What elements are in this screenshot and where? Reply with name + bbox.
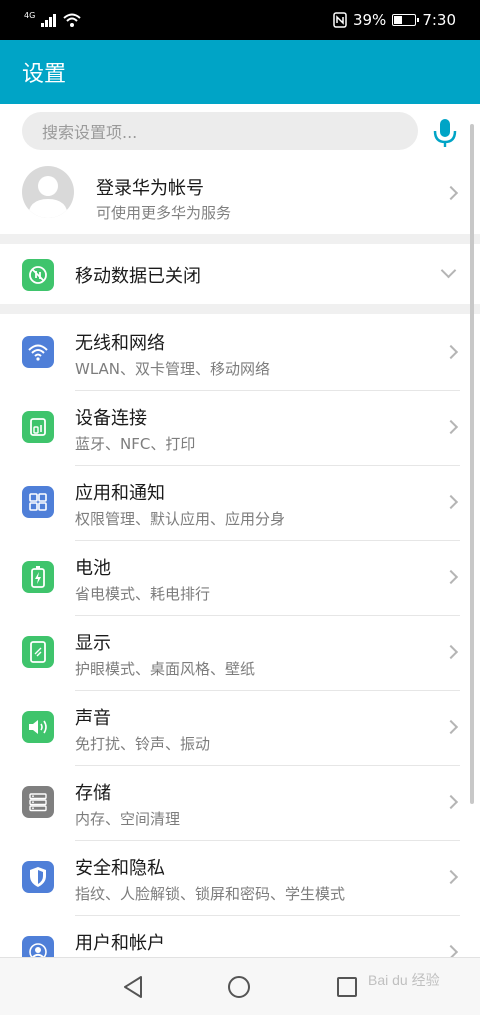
app-bar: 设置 — [0, 40, 480, 104]
chevron-right-icon — [443, 569, 459, 585]
item-title: 设备连接 — [75, 408, 147, 429]
apps-icon — [22, 486, 54, 518]
settings-item-users-accounts[interactable]: 用户和帐户 — [0, 916, 480, 957]
nfc-icon — [333, 12, 347, 28]
recent-apps-square-icon[interactable] — [337, 977, 357, 997]
item-title: 用户和帐户 — [75, 933, 165, 954]
settings-item-security-privacy[interactable]: 安全和隐私 指纹、人脸解锁、锁屏和密码、学生模式 — [0, 841, 480, 916]
cell-signal-icon — [41, 14, 57, 27]
search-placeholder: 搜索设置项... — [42, 123, 138, 142]
status-right: 39% 7:30 — [333, 11, 456, 29]
item-subtitle: 省电模式、耗电排行 — [75, 585, 211, 603]
item-title: 显示 — [75, 633, 111, 654]
account-title: 登录华为帐号 — [96, 178, 204, 199]
chevron-right-icon — [443, 869, 459, 885]
chevron-right-icon — [443, 494, 459, 510]
mobile-data-off-icon — [22, 259, 54, 291]
device-connect-icon — [22, 411, 54, 443]
search-input[interactable]: 搜索设置项... — [22, 112, 418, 150]
settings-item-display[interactable]: 显示 护眼模式、桌面风格、壁纸 — [0, 616, 480, 691]
item-subtitle: 指纹、人脸解锁、锁屏和密码、学生模式 — [75, 885, 346, 903]
shield-icon — [22, 861, 54, 893]
status-bar: 4G 39% 7:30 — [0, 0, 480, 40]
section-separator — [0, 304, 480, 314]
microphone-icon[interactable] — [432, 118, 458, 148]
account-row[interactable]: 登录华为帐号 可使用更多华为服务 — [0, 164, 480, 234]
item-subtitle: 内存、空间清理 — [75, 810, 181, 828]
settings-item-battery[interactable]: 电池 省电模式、耗电排行 — [0, 541, 480, 616]
item-subtitle: WLAN、双卡管理、移动网络 — [75, 360, 271, 378]
item-title: 声音 — [75, 708, 111, 729]
battery-fill — [394, 16, 402, 24]
mobile-data-row[interactable]: 移动数据已关闭 — [0, 244, 480, 304]
user-icon — [22, 936, 54, 957]
settings-item-apps-notifications[interactable]: 应用和通知 权限管理、默认应用、应用分身 — [0, 466, 480, 541]
settings-item-device-connection[interactable]: 设备连接 蓝牙、NFC、打印 — [0, 391, 480, 466]
item-title: 安全和隐私 — [75, 858, 165, 879]
chevron-right-icon — [443, 344, 459, 360]
mobile-data-title: 移动数据已关闭 — [75, 266, 201, 287]
avatar-person-icon — [28, 176, 68, 218]
avatar — [22, 166, 74, 218]
settings-item-storage[interactable]: 存储 内存、空间清理 — [0, 766, 480, 841]
settings-content[interactable]: 搜索设置项... 登录华为帐号 可使用更多华为服务 移动数据已关闭 无线和网络 … — [0, 104, 480, 957]
section-separator — [0, 234, 480, 244]
chevron-right-icon — [443, 185, 459, 201]
status-left: 4G — [24, 10, 81, 27]
chevron-right-icon — [443, 419, 459, 435]
chevron-right-icon — [443, 944, 459, 957]
scrollbar[interactable] — [470, 124, 474, 804]
battery-icon — [22, 561, 54, 593]
storage-icon — [22, 786, 54, 818]
display-icon — [22, 636, 54, 668]
sound-icon — [22, 711, 54, 743]
network-type: 4G — [24, 10, 36, 20]
item-subtitle: 蓝牙、NFC、打印 — [75, 435, 196, 453]
chevron-right-icon — [443, 794, 459, 810]
search-row: 搜索设置项... — [0, 112, 480, 156]
battery-percent: 39% — [352, 11, 387, 29]
wifi-status-icon — [63, 13, 81, 27]
home-circle-icon[interactable] — [228, 976, 250, 998]
back-triangle-icon[interactable] — [122, 975, 144, 999]
account-subtitle: 可使用更多华为服务 — [96, 204, 232, 222]
settings-item-wireless-network[interactable]: 无线和网络 WLAN、双卡管理、移动网络 — [0, 316, 480, 391]
item-subtitle: 权限管理、默认应用、应用分身 — [75, 510, 286, 528]
chevron-right-icon — [443, 644, 459, 660]
navigation-bar: Bai du 经验 — [0, 957, 480, 1015]
chevron-right-icon — [443, 719, 459, 735]
chevron-down-icon[interactable] — [440, 262, 457, 279]
battery-status-icon — [392, 14, 420, 26]
item-title: 存储 — [75, 783, 111, 804]
settings-item-sound[interactable]: 声音 免打扰、铃声、振动 — [0, 691, 480, 766]
item-title: 应用和通知 — [75, 483, 165, 504]
wifi-icon — [22, 336, 54, 368]
item-subtitle: 免打扰、铃声、振动 — [75, 735, 211, 753]
watermark: Bai du 经验 — [368, 972, 440, 988]
page-title: 设置 — [22, 62, 67, 87]
item-title: 无线和网络 — [75, 333, 165, 354]
item-subtitle: 护眼模式、桌面风格、壁纸 — [75, 660, 256, 678]
item-title: 电池 — [75, 558, 111, 579]
clock: 7:30 — [422, 11, 456, 29]
